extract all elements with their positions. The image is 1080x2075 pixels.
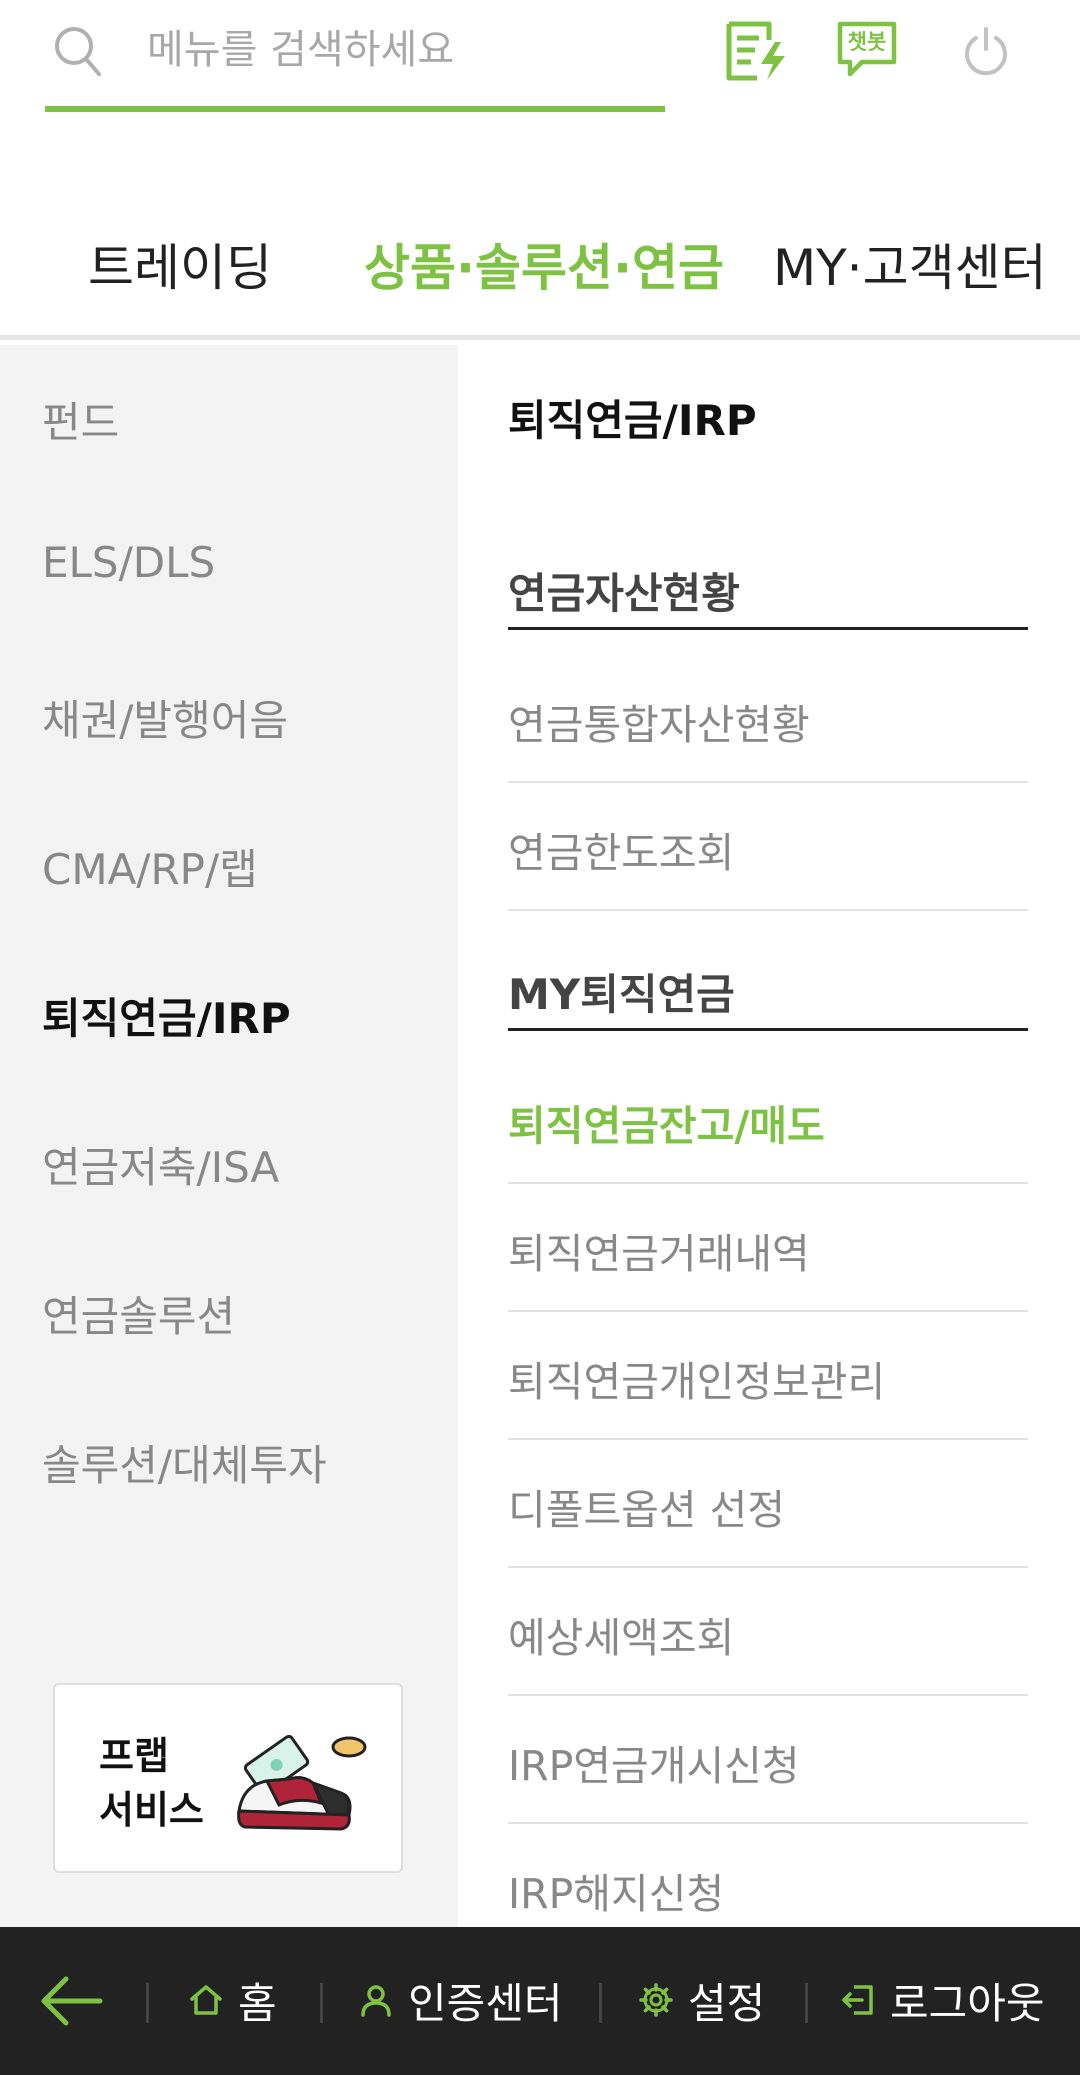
prep-service-text: 프랩 서비스 <box>99 1729 204 1837</box>
tab-trading[interactable]: 트레이딩 <box>88 228 272 300</box>
nav-divider <box>805 1983 808 2023</box>
back-arrow-icon[interactable] <box>38 1971 104 2031</box>
nav-auth-center-button[interactable]: 인증센터 <box>358 1967 563 2033</box>
user-icon <box>361 1985 391 2017</box>
right-menu: 퇴직연금/IRP 연금자산현황 연금통합자산현황 연금한도조회 MY퇴직연금 퇴… <box>458 345 1080 1927</box>
prep-service-line1: 프랩 <box>99 1734 169 1778</box>
menu-item-retirement-personal-info[interactable]: 퇴직연금개인정보관리 <box>508 1312 1028 1440</box>
nav-home-label: 홈 <box>238 1978 277 2028</box>
home-icon <box>190 1985 222 2015</box>
logout-icon <box>842 1985 873 2015</box>
chatbot-label: 챗봇 <box>847 30 887 54</box>
menu-item-label: IRP연금개시신청 <box>508 1742 800 1790</box>
menu-item-label: 연금통합자산현황 <box>508 701 810 749</box>
menu-item-pension-total-assets[interactable]: 연금통합자산현황 <box>508 655 1028 783</box>
left-menu-item-pension-savings-isa[interactable]: 연금저축/ISA <box>42 1134 279 1195</box>
nav-auth-center-label: 인증센터 <box>408 1978 563 2028</box>
left-menu-item-retirement-irp[interactable]: 퇴직연금/IRP <box>42 985 291 1046</box>
nav-divider <box>599 1983 602 2023</box>
section-heading-label: MY퇴직연금 <box>508 970 735 1019</box>
left-menu-item-els-dls[interactable]: ELS/DLS <box>42 538 215 587</box>
nav-logout-label: 로그아웃 <box>890 1978 1045 2028</box>
chatbot-icon[interactable]: 챗봇 <box>836 18 904 84</box>
left-menu: 펀드 ELS/DLS 채권/발행어음 CMA/RP/랩 퇴직연금/IRP 연금저… <box>0 345 458 1927</box>
menu-item-retirement-transactions[interactable]: 퇴직연금거래내역 <box>508 1184 1028 1312</box>
quick-order-icon[interactable] <box>722 18 790 84</box>
search-bar <box>45 0 665 112</box>
menu-item-label: IRP해지신청 <box>508 1870 725 1918</box>
left-menu-item-pension-solution[interactable]: 연금솔루션 <box>42 1283 235 1344</box>
sneaker-illustration <box>237 1734 367 1831</box>
menu-item-label: 디폴트옵션 선정 <box>508 1486 786 1534</box>
nav-home-button[interactable]: 홈 <box>188 1967 277 2033</box>
menu-item-irp-pension-start[interactable]: IRP연금개시신청 <box>508 1696 1028 1824</box>
menu-item-retirement-balance-sell[interactable]: 퇴직연금잔고/매도 <box>508 1056 1028 1184</box>
left-menu-item-fund[interactable]: 펀드 <box>42 389 119 450</box>
nav-settings-label: 설정 <box>688 1978 766 2028</box>
tab-my-customer-center[interactable]: MY·고객센터 <box>773 228 1047 300</box>
menu-item-estimated-tax[interactable]: 예상세액조회 <box>508 1568 1028 1696</box>
nav-divider <box>146 1983 149 2023</box>
menu-item-pension-limit-inquiry[interactable]: 연금한도조회 <box>508 783 1028 911</box>
category-tabs: 트레이딩 상품·솔루션·연금 MY·고객센터 <box>0 200 1080 340</box>
menu-item-label: 퇴직연금거래내역 <box>508 1230 810 1278</box>
menu-item-label: 퇴직연금개인정보관리 <box>508 1358 886 1406</box>
section-heading-my-retirement-pension: MY퇴직연금 <box>508 951 1028 1031</box>
section-heading-label: 연금자산현황 <box>508 569 740 618</box>
left-menu-item-cma-rp-wrap[interactable]: CMA/RP/랩 <box>42 836 258 897</box>
nav-logout-button[interactable]: 로그아웃 <box>840 1967 1045 2033</box>
menu-item-default-option[interactable]: 디폴트옵션 선정 <box>508 1440 1028 1568</box>
power-icon[interactable] <box>952 18 1020 84</box>
section-heading-pension-assets: 연금자산현황 <box>508 550 1028 630</box>
right-menu-title: 퇴직연금/IRP <box>508 396 757 445</box>
menu-item-label: 퇴직연금잔고/매도 <box>508 1102 825 1150</box>
menu-item-label: 예상세액조회 <box>508 1614 735 1662</box>
search-input[interactable] <box>147 18 647 82</box>
search-icon[interactable] <box>53 24 103 78</box>
gear-icon <box>639 1983 673 2017</box>
menu-item-label: 연금한도조회 <box>508 829 735 877</box>
nav-divider <box>320 1983 323 2023</box>
nav-settings-button[interactable]: 설정 <box>638 1967 765 2033</box>
bottom-nav-bar: 홈 인증센터 설정 로그아웃 <box>0 1927 1080 2075</box>
left-menu-item-bonds[interactable]: 채권/발행어음 <box>42 687 288 748</box>
prep-service-line2: 서비스 <box>99 1788 204 1832</box>
left-menu-item-solution-alternative[interactable]: 솔루션/대체투자 <box>42 1432 327 1493</box>
tab-products-solutions-pension[interactable]: 상품·솔루션·연금 <box>364 228 724 300</box>
prep-service-banner[interactable]: 프랩 서비스 <box>53 1683 403 1873</box>
